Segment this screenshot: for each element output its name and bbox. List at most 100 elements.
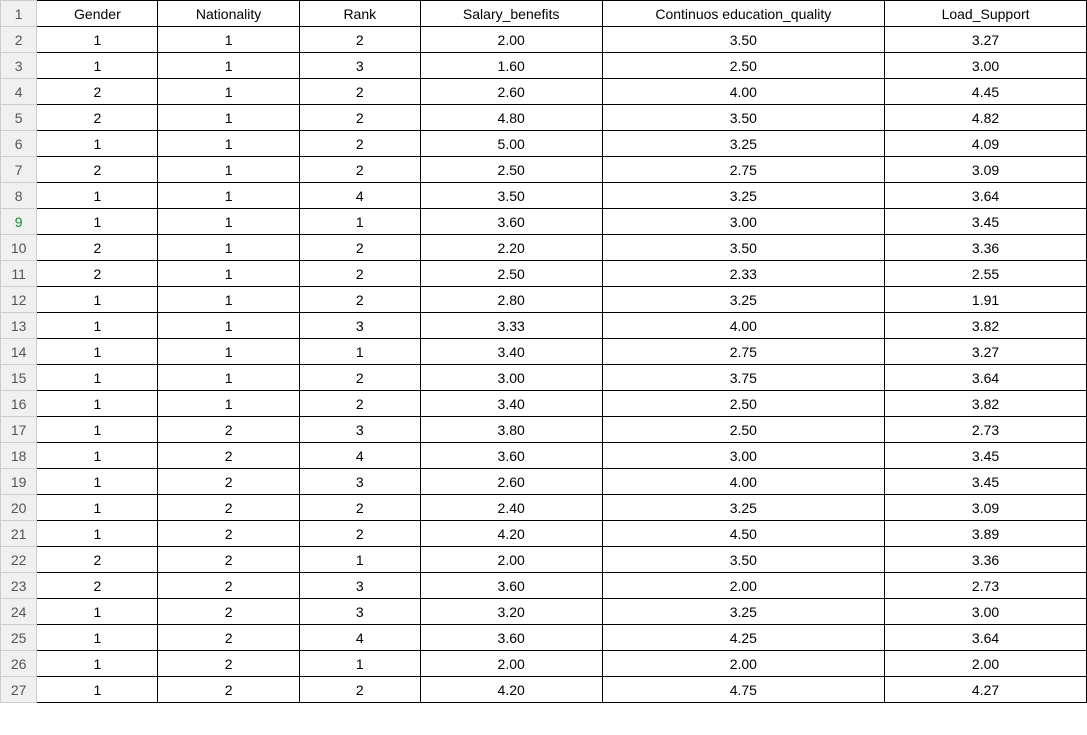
cell-gender[interactable]: 1	[37, 521, 158, 547]
cell-edu[interactable]: 3.50	[602, 105, 885, 131]
cell-nationality[interactable]: 2	[158, 625, 299, 651]
cell-load[interactable]: 3.27	[885, 339, 1087, 365]
cell-rank[interactable]: 2	[299, 235, 420, 261]
column-header-edu[interactable]: Continuos education_quality	[602, 1, 885, 27]
cell-rank[interactable]: 2	[299, 79, 420, 105]
cell-load[interactable]: 3.45	[885, 209, 1087, 235]
cell-salary[interactable]: 2.50	[420, 261, 602, 287]
cell-edu[interactable]: 3.25	[602, 183, 885, 209]
cell-nationality[interactable]: 2	[158, 677, 299, 703]
cell-edu[interactable]: 2.33	[602, 261, 885, 287]
cell-load[interactable]: 3.45	[885, 469, 1087, 495]
cell-rank[interactable]: 4	[299, 625, 420, 651]
cell-rank[interactable]: 3	[299, 53, 420, 79]
row-number[interactable]: 13	[1, 313, 37, 339]
cell-edu[interactable]: 4.00	[602, 313, 885, 339]
cell-gender[interactable]: 2	[37, 547, 158, 573]
row-number[interactable]: 21	[1, 521, 37, 547]
cell-gender[interactable]: 1	[37, 53, 158, 79]
cell-gender[interactable]: 2	[37, 79, 158, 105]
cell-gender[interactable]: 1	[37, 27, 158, 53]
cell-salary[interactable]: 4.80	[420, 105, 602, 131]
cell-edu[interactable]: 2.75	[602, 157, 885, 183]
row-number[interactable]: 9	[1, 209, 37, 235]
column-header-nationality[interactable]: Nationality	[158, 1, 299, 27]
row-number[interactable]: 16	[1, 391, 37, 417]
cell-salary[interactable]: 2.80	[420, 287, 602, 313]
cell-nationality[interactable]: 2	[158, 495, 299, 521]
cell-rank[interactable]: 3	[299, 599, 420, 625]
row-number[interactable]: 15	[1, 365, 37, 391]
cell-load[interactable]: 3.00	[885, 599, 1087, 625]
cell-salary[interactable]: 3.33	[420, 313, 602, 339]
cell-rank[interactable]: 2	[299, 495, 420, 521]
cell-rank[interactable]: 3	[299, 313, 420, 339]
cell-load[interactable]: 3.64	[885, 183, 1087, 209]
cell-load[interactable]: 2.55	[885, 261, 1087, 287]
cell-gender[interactable]: 1	[37, 287, 158, 313]
cell-rank[interactable]: 2	[299, 131, 420, 157]
cell-load[interactable]: 3.64	[885, 365, 1087, 391]
cell-salary[interactable]: 2.50	[420, 157, 602, 183]
cell-load[interactable]: 4.82	[885, 105, 1087, 131]
column-header-rank[interactable]: Rank	[299, 1, 420, 27]
row-number[interactable]: 3	[1, 53, 37, 79]
cell-load[interactable]: 3.09	[885, 157, 1087, 183]
cell-gender[interactable]: 1	[37, 313, 158, 339]
cell-salary[interactable]: 1.60	[420, 53, 602, 79]
cell-gender[interactable]: 1	[37, 469, 158, 495]
cell-salary[interactable]: 4.20	[420, 677, 602, 703]
cell-salary[interactable]: 2.60	[420, 469, 602, 495]
cell-load[interactable]: 3.82	[885, 391, 1087, 417]
cell-rank[interactable]: 1	[299, 209, 420, 235]
cell-gender[interactable]: 1	[37, 365, 158, 391]
cell-nationality[interactable]: 1	[158, 261, 299, 287]
cell-gender[interactable]: 1	[37, 677, 158, 703]
cell-nationality[interactable]: 1	[158, 183, 299, 209]
row-number[interactable]: 12	[1, 287, 37, 313]
row-number[interactable]: 20	[1, 495, 37, 521]
row-number[interactable]: 14	[1, 339, 37, 365]
cell-gender[interactable]: 2	[37, 261, 158, 287]
cell-rank[interactable]: 1	[299, 651, 420, 677]
row-number[interactable]: 7	[1, 157, 37, 183]
cell-edu[interactable]: 3.50	[602, 235, 885, 261]
row-number[interactable]: 17	[1, 417, 37, 443]
cell-rank[interactable]: 2	[299, 157, 420, 183]
cell-load[interactable]: 3.36	[885, 547, 1087, 573]
cell-gender[interactable]: 1	[37, 651, 158, 677]
cell-edu[interactable]: 3.00	[602, 443, 885, 469]
cell-nationality[interactable]: 2	[158, 599, 299, 625]
cell-edu[interactable]: 2.50	[602, 391, 885, 417]
column-header-salary[interactable]: Salary_benefits	[420, 1, 602, 27]
cell-load[interactable]: 3.09	[885, 495, 1087, 521]
cell-gender[interactable]: 2	[37, 235, 158, 261]
cell-salary[interactable]: 2.20	[420, 235, 602, 261]
row-number[interactable]: 26	[1, 651, 37, 677]
row-number-header[interactable]: 1	[1, 1, 37, 27]
row-number[interactable]: 2	[1, 27, 37, 53]
cell-load[interactable]: 4.09	[885, 131, 1087, 157]
row-number[interactable]: 22	[1, 547, 37, 573]
cell-gender[interactable]: 2	[37, 573, 158, 599]
cell-nationality[interactable]: 2	[158, 651, 299, 677]
row-number[interactable]: 6	[1, 131, 37, 157]
cell-nationality[interactable]: 1	[158, 287, 299, 313]
cell-gender[interactable]: 2	[37, 105, 158, 131]
cell-salary[interactable]: 5.00	[420, 131, 602, 157]
cell-salary[interactable]: 3.00	[420, 365, 602, 391]
row-number[interactable]: 25	[1, 625, 37, 651]
cell-load[interactable]: 3.36	[885, 235, 1087, 261]
cell-gender[interactable]: 1	[37, 599, 158, 625]
cell-salary[interactable]: 2.00	[420, 547, 602, 573]
cell-edu[interactable]: 4.25	[602, 625, 885, 651]
cell-gender[interactable]: 1	[37, 183, 158, 209]
cell-rank[interactable]: 2	[299, 287, 420, 313]
cell-gender[interactable]: 1	[37, 131, 158, 157]
cell-salary[interactable]: 3.80	[420, 417, 602, 443]
cell-load[interactable]: 1.91	[885, 287, 1087, 313]
cell-rank[interactable]: 2	[299, 521, 420, 547]
cell-salary[interactable]: 3.60	[420, 443, 602, 469]
cell-nationality[interactable]: 1	[158, 313, 299, 339]
row-number[interactable]: 5	[1, 105, 37, 131]
